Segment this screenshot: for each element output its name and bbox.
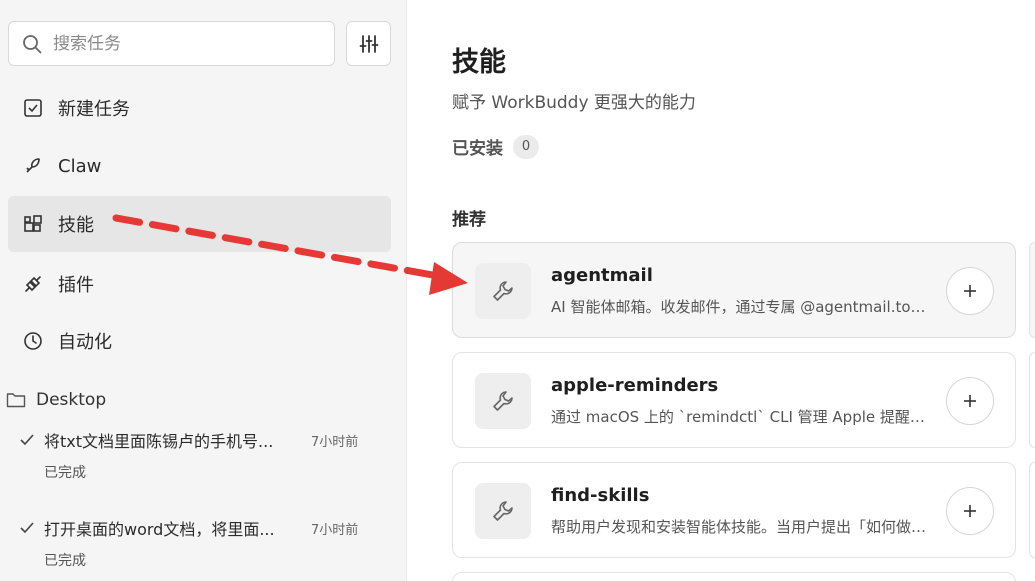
folder-label: Desktop (36, 390, 107, 410)
add-skill-button[interactable] (946, 377, 994, 425)
nav-claw[interactable]: Claw (8, 138, 391, 194)
skill-description: 帮助用户发现和安装智能体技能。当用户提出「如何做某事」 (551, 518, 929, 536)
claw-icon (22, 155, 44, 177)
page-subtitle: 赋予 WorkBuddy 更强大的能力 (452, 93, 696, 113)
task-status: 已完成 (44, 553, 86, 569)
skill-card-next[interactable] (452, 572, 1016, 581)
recommended-heading: 推荐 (452, 210, 486, 230)
page-title: 技能 (452, 47, 506, 78)
nav-label: 新建任务 (58, 99, 130, 120)
wrench-icon (475, 373, 531, 429)
nav-label: 技能 (58, 215, 94, 236)
installed-label: 已安装 (452, 139, 503, 159)
nav-label: Claw (58, 155, 102, 177)
plus-icon (964, 285, 976, 297)
filter-button[interactable] (346, 21, 391, 66)
add-skill-button[interactable] (946, 267, 994, 315)
check-icon (20, 522, 34, 534)
sidebar: 新建任务 Claw 技能 插件 自动化 Desktop 将txt文档里面陈锡卢的… (0, 0, 407, 581)
skill-description: 通过 macOS 上的 `remindctl` CLI 管理 Apple 提醒事… (551, 408, 929, 426)
nav-plugins[interactable]: 插件 (8, 256, 391, 312)
task-item[interactable]: 打开桌面的word文档，将里面... 7小时前 已完成 (18, 516, 388, 570)
installed-tab[interactable]: 已安装 0 (452, 134, 539, 159)
folder-icon (6, 393, 26, 408)
search-icon (23, 34, 42, 53)
task-title: 打开桌面的word文档，将里面... (44, 520, 275, 539)
task-item[interactable]: 将txt文档里面陈锡卢的手机号... 7小时前 已完成 (18, 428, 388, 482)
task-title: 将txt文档里面陈锡卢的手机号... (44, 432, 274, 451)
search-box[interactable] (8, 21, 335, 66)
main-content: 技能 赋予 WorkBuddy 更强大的能力 已安装 0 推荐 agentmai… (408, 0, 1035, 581)
folder-desktop[interactable]: Desktop (6, 390, 106, 410)
nav-new-task[interactable]: 新建任务 (8, 80, 391, 136)
checkbox-edit-icon (22, 97, 44, 119)
skill-description: AI 智能体邮箱。收发邮件，通过专属 @agentmail.to 地址 (551, 298, 929, 316)
sliders-icon (359, 34, 378, 53)
next-card-edge (1029, 242, 1035, 338)
skill-card-find-skills[interactable]: find-skills 帮助用户发现和安装智能体技能。当用户提出「如何做某事」 (452, 462, 1016, 558)
plus-icon (964, 395, 976, 407)
search-input[interactable] (53, 33, 323, 54)
nav-skills[interactable]: 技能 (8, 196, 391, 252)
wrench-icon (475, 483, 531, 539)
task-time: 7小时前 (311, 434, 359, 450)
task-status: 已完成 (44, 465, 86, 481)
clock-icon (22, 330, 44, 352)
next-card-edge (1029, 462, 1035, 558)
nav-label: 自动化 (58, 332, 112, 353)
nav-automation[interactable]: 自动化 (8, 313, 391, 369)
task-time: 7小时前 (311, 522, 359, 538)
skill-name: apple-reminders (551, 375, 719, 396)
wrench-icon (475, 263, 531, 319)
installed-count-badge: 0 (513, 134, 539, 159)
nav-label: 插件 (58, 275, 94, 296)
next-card-edge (1029, 352, 1035, 448)
plus-icon (964, 505, 976, 517)
add-skill-button[interactable] (946, 487, 994, 535)
skill-name: find-skills (551, 485, 650, 506)
blocks-icon (22, 213, 44, 235)
plug-icon (22, 273, 44, 295)
skill-card-apple-reminders[interactable]: apple-reminders 通过 macOS 上的 `remindctl` … (452, 352, 1016, 448)
check-icon (20, 434, 34, 446)
skill-name: agentmail (551, 265, 653, 286)
skill-card-agentmail[interactable]: agentmail AI 智能体邮箱。收发邮件，通过专属 @agentmail.… (452, 242, 1016, 338)
